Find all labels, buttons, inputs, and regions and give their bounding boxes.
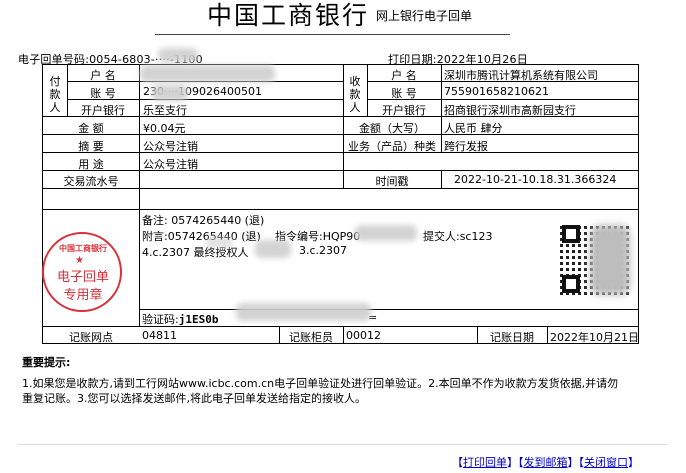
seal-line-1: 电子回单 xyxy=(56,270,109,285)
redaction-blur xyxy=(236,303,371,321)
payee-bank-value: 招商银行深圳市高新园支行 xyxy=(444,104,576,117)
purpose-value: 公众号注销 xyxy=(143,158,198,171)
amount-upper-label: 金额（大写） xyxy=(359,122,425,135)
verify-code: 验证码:j1ES0b xyxy=(142,311,218,327)
purpose-label: 用 途 xyxy=(78,158,104,171)
remark-line: 备注: 0574265440 (退) xyxy=(142,214,265,227)
postscript-line: 附言:0574265440 (退) xyxy=(142,230,261,243)
teller-label: 记账柜员 xyxy=(289,331,333,344)
submitter: 提交人:sc123 xyxy=(423,230,493,243)
redaction-blur xyxy=(140,65,275,82)
payee-name-label: 户 名 xyxy=(391,69,417,82)
send-email-link[interactable]: 发到邮箱 xyxy=(524,456,568,469)
verify-code-value: j1ES0b xyxy=(178,313,219,326)
notice-line-2: 重复记账。3.您可以选择发送邮件,将此电子回单发送给指定的接收人。 xyxy=(22,392,366,405)
close-window-link[interactable]: 关闭窗口 xyxy=(584,456,628,469)
receipt-table: 付款人 户 名 账 号 230····109026400501 开户银行 乐至支… xyxy=(42,64,639,344)
summary-value: 公众号注销 xyxy=(143,140,198,153)
seal-line-2: 专用章 xyxy=(63,288,103,303)
teller-value: 00012 xyxy=(346,329,381,342)
redaction-blur xyxy=(255,240,291,258)
payer-account-label: 账 号 xyxy=(90,87,116,100)
business-type-value: 跨行发报 xyxy=(444,140,488,153)
seal-bank-name: 中国工商银行 xyxy=(59,244,107,253)
print-receipt-link[interactable]: 打印回单 xyxy=(463,456,507,469)
redaction-blur xyxy=(152,85,188,101)
timestamp-value: 2022-10-21-10.18.31.366324 xyxy=(454,173,617,186)
doc-title: 网上银行电子回单 xyxy=(376,9,473,23)
payee-account-label: 账 号 xyxy=(391,87,417,100)
branch-value: 04811 xyxy=(142,329,177,342)
amount-upper-value: 人民币 肆分 xyxy=(444,122,503,135)
payer-section-label: 付款人 xyxy=(49,75,61,114)
serial-number-label: 交易流水号 xyxy=(63,175,119,188)
payer-bank-label: 开户银行 xyxy=(81,104,125,117)
final-authorizer: 4.c.2307 最终授权人 xyxy=(142,246,249,259)
timestamp-label: 时间戳 xyxy=(375,175,409,188)
redaction-blur xyxy=(590,225,630,295)
payee-name-value: 深圳市腾讯计算机系统有限公司 xyxy=(444,69,598,82)
notice-title: 重要提示: xyxy=(22,356,71,369)
redaction-blur xyxy=(205,236,233,248)
authorizer-tail: 3.c.2307 xyxy=(299,244,348,257)
summary-label: 摘 要 xyxy=(78,140,104,153)
amount-label: 金 额 xyxy=(78,122,104,135)
footer-divider xyxy=(18,444,668,445)
redaction-blur xyxy=(355,225,417,241)
payer-bank-value: 乐至支行 xyxy=(143,104,187,117)
amount-value: ¥0.04元 xyxy=(143,122,186,135)
branch-label: 记账网点 xyxy=(69,331,113,344)
payee-bank-label: 开户银行 xyxy=(382,104,426,117)
business-type-label: 业务（产品）种类 xyxy=(348,140,436,153)
verify-code-label: 验证码: xyxy=(142,313,179,326)
action-bar: 【打印回单】【发到邮箱】【关闭窗口】 xyxy=(452,456,639,469)
bank-name: 中国工商银行 xyxy=(207,1,370,30)
notice-line-1: 1.如果您是收款方,请到工行网站www.icbc.com.cn电子回单验证处进行… xyxy=(22,377,619,390)
seal-star-icon: ★ xyxy=(75,255,84,266)
posting-date-label: 记账日期 xyxy=(490,331,534,344)
payee-account-value: 755901658210621 xyxy=(444,85,549,98)
title-underline xyxy=(155,34,510,35)
payer-name-label: 户 名 xyxy=(90,69,116,82)
posting-date-value: 2022年10月21日 xyxy=(550,331,639,344)
electronic-receipt-seal: 中国工商银行 ★ 电子回单 专用章 xyxy=(42,232,122,312)
redaction-blur xyxy=(158,48,198,62)
payee-section-label: 收款人 xyxy=(349,75,361,114)
